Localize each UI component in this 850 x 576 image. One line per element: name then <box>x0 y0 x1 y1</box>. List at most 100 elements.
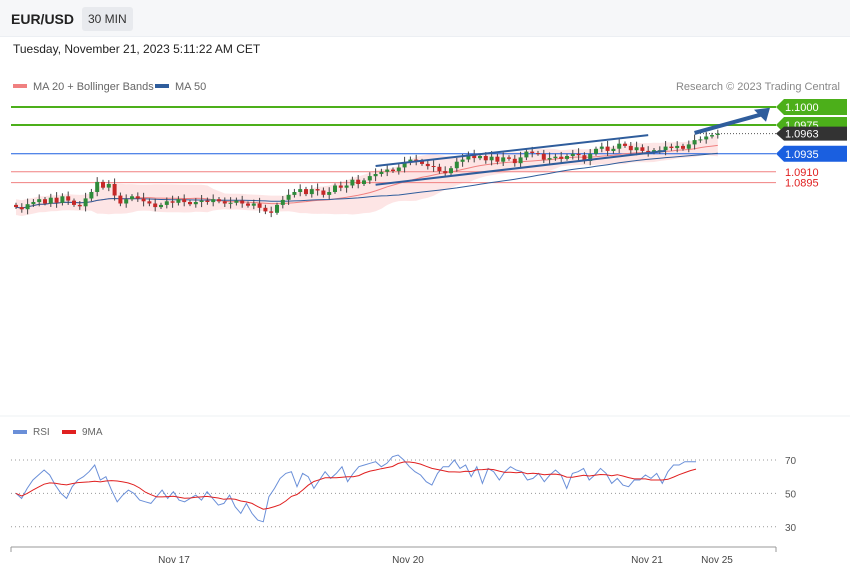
candle-body <box>43 199 47 204</box>
candle-body <box>594 148 598 154</box>
candle-body <box>106 184 111 188</box>
target-arrow-shaft <box>694 111 765 135</box>
candle-body <box>541 153 546 160</box>
candle-body <box>205 200 210 202</box>
legend-rsi-label: RSI <box>33 427 50 438</box>
candle-body <box>385 169 390 172</box>
candle-body <box>176 199 181 203</box>
candle-body <box>617 143 622 149</box>
candle-body <box>60 196 65 203</box>
candle-body <box>478 156 482 159</box>
candle-body <box>54 197 59 203</box>
candle-body <box>495 156 500 162</box>
candle-body <box>443 171 448 174</box>
current-price-label: 1.0963 <box>776 126 847 141</box>
candle-body <box>164 201 169 205</box>
credit-label: Research © 2023 Trading Central <box>676 81 840 93</box>
bollinger-bands <box>16 134 718 217</box>
legend-swatch-9ma <box>62 430 76 434</box>
candle-body <box>640 147 645 151</box>
legend-swatch-ma20 <box>13 84 27 88</box>
candle-body <box>182 199 187 203</box>
candle-body <box>454 161 459 169</box>
candle-body <box>240 200 245 204</box>
candle-body <box>565 156 569 159</box>
level-labels: 1.10001.09751.09631.09351.09101.0895 <box>776 99 847 190</box>
candle-body <box>698 139 703 141</box>
candle-body <box>101 181 105 188</box>
candle-body <box>66 196 71 201</box>
candle-body <box>48 197 53 204</box>
candle-body <box>159 204 163 208</box>
candle-body <box>437 166 442 172</box>
candle-body <box>570 153 575 156</box>
candle-body <box>199 200 204 202</box>
candle-body <box>536 153 540 155</box>
candle-body <box>356 179 361 184</box>
candle-body <box>222 201 227 204</box>
candle-body <box>170 201 175 203</box>
candle-body <box>715 133 720 135</box>
candle-body <box>338 185 343 188</box>
candle-body <box>246 203 250 206</box>
candle-body <box>83 198 88 207</box>
candle-body <box>379 171 384 174</box>
legend-ma50-label: MA 50 <box>175 81 206 93</box>
candle-body <box>141 198 146 202</box>
candle-body <box>449 168 453 174</box>
legend-ma20-label: MA 20 + Bollinger Bands <box>33 81 154 93</box>
candle-body <box>292 192 297 195</box>
rsi-9ma-line <box>15 461 697 510</box>
rsi-panel: 70 50 30 <box>11 454 797 534</box>
pivot-value: 1.0935 <box>785 149 819 161</box>
candle-body <box>130 196 134 200</box>
price-chart: MA 20 + Bollinger Bands MA 50 Research ©… <box>0 81 850 566</box>
candle-body <box>692 140 697 145</box>
candle-body <box>275 204 279 213</box>
candle-body <box>512 158 517 164</box>
x-axis-label: Nov 17 <box>158 555 190 566</box>
candle-body <box>228 202 233 204</box>
candle-body <box>333 185 337 192</box>
candle-body <box>686 144 691 149</box>
candle-body <box>507 157 511 159</box>
candle-body <box>309 189 314 195</box>
candle-body <box>501 157 506 162</box>
candle-body <box>518 157 523 164</box>
candle-body <box>147 201 152 204</box>
legend-9ma-label: 9MA <box>82 427 103 438</box>
candle-body <box>553 156 558 159</box>
candle-body <box>315 189 320 191</box>
x-axis-label: Nov 21 <box>631 555 663 566</box>
candle-body <box>135 196 140 199</box>
candle-body <box>710 135 714 137</box>
candle-body <box>489 156 494 161</box>
rsi-tick-label: 30 <box>785 523 797 534</box>
candle-body <box>211 199 216 203</box>
candle-body <box>89 192 94 199</box>
candle-body <box>19 207 24 210</box>
pivot-label: 1.0935 <box>776 145 847 162</box>
candle-body <box>153 203 158 208</box>
candle-body <box>611 148 616 151</box>
candle-body <box>118 195 123 204</box>
candle-body <box>72 200 76 205</box>
candle-body <box>95 181 100 192</box>
candle-body <box>286 194 291 200</box>
candle-body <box>234 200 239 203</box>
x-axis: Nov 17 Nov 20 Nov 21 Nov 25 <box>10 547 777 566</box>
bollinger-band-area <box>16 134 718 217</box>
candle-body <box>628 145 633 151</box>
candle-body <box>112 184 117 196</box>
candle-body <box>681 145 685 149</box>
candle-body <box>663 146 668 151</box>
candle-body <box>524 151 529 158</box>
candle-body <box>188 202 192 205</box>
candle-body <box>77 204 82 207</box>
candle-body <box>483 156 488 161</box>
candle-body <box>14 204 18 208</box>
resistance-label: 1.1000 <box>776 99 847 115</box>
candle-body <box>634 147 639 151</box>
resistance-value: 1.1000 <box>785 102 819 114</box>
candle-body <box>280 199 285 205</box>
